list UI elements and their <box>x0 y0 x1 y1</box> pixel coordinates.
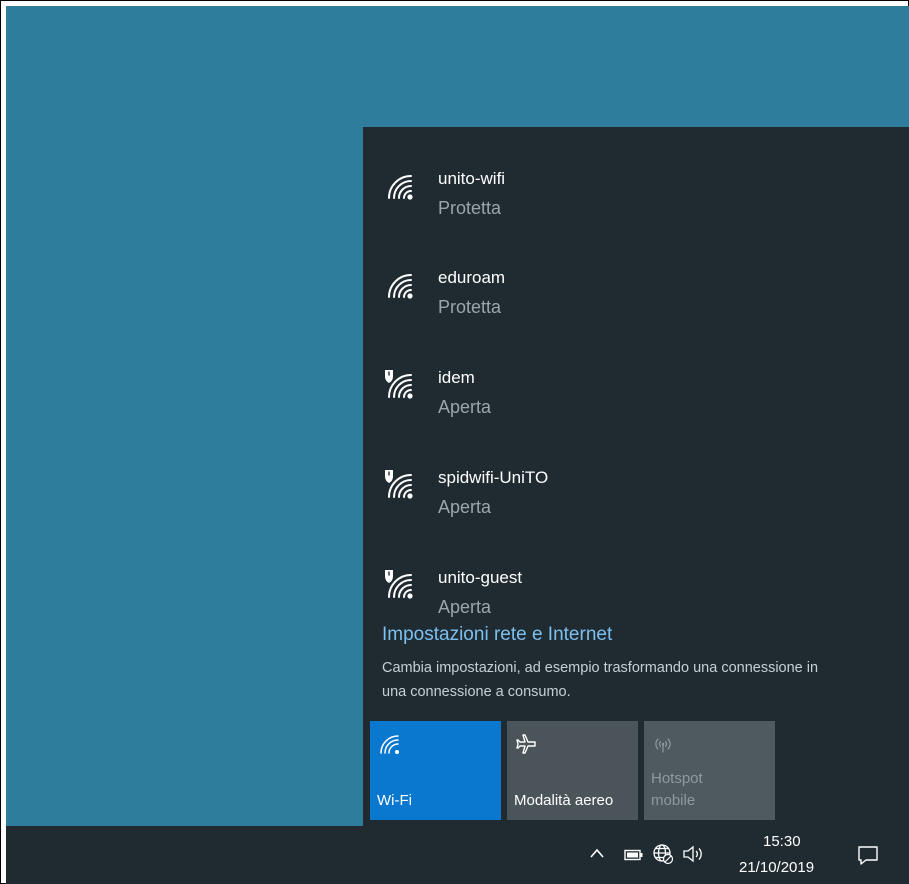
mobile-hotspot-label: Hotspot mobile <box>651 768 703 812</box>
network-item-spidwifi[interactable]: spidwifi-UniTO Aperta <box>363 426 909 517</box>
network-status: Protetta <box>438 297 502 317</box>
notification-icon[interactable] <box>857 844 879 871</box>
taskbar: 15:30 21/10/2019 <box>6 826 909 884</box>
network-name: unito-guest <box>438 568 523 587</box>
network-name: unito-wifi <box>438 169 506 188</box>
network-item-unito-wifi[interactable]: unito-wifi Protetta <box>363 127 909 218</box>
network-item-idem[interactable]: idem Aperta <box>363 326 909 417</box>
wifi-open-warning-icon <box>384 470 414 500</box>
network-status: Aperta <box>438 597 492 617</box>
network-name: idem <box>438 368 475 387</box>
clock-time[interactable]: 15:30 <box>763 833 801 850</box>
hotspot-label-line1: Hotspot <box>651 770 703 787</box>
network-settings-description: Cambia impostazioni, ad esempio trasform… <box>382 660 819 700</box>
network-name: eduroam <box>438 268 506 287</box>
battery-icon[interactable] <box>624 848 644 866</box>
wifi-icon <box>378 733 400 755</box>
network-status: Aperta <box>438 397 492 417</box>
network-name: spidwifi-UniTO <box>438 468 549 487</box>
wifi-open-warning-icon <box>384 370 414 400</box>
wifi-icon <box>384 270 414 300</box>
wifi-label: Wi-Fi <box>377 792 412 809</box>
airplane-icon <box>515 733 537 755</box>
network-flyout: unito-wifi Protetta eduroam Protetta ide… <box>363 127 909 826</box>
speaker-icon[interactable] <box>682 844 706 869</box>
hotspot-icon <box>652 733 674 755</box>
wifi-open-warning-icon <box>384 570 414 600</box>
globe-network-icon[interactable] <box>652 843 674 870</box>
chevron-up-icon[interactable] <box>589 846 605 864</box>
network-item-unito-guest[interactable]: unito-guest Aperta <box>363 526 909 617</box>
wifi-icon <box>384 171 414 201</box>
network-item-eduroam[interactable]: eduroam Protetta <box>363 226 909 317</box>
network-settings-link[interactable]: Impostazioni rete e Internet <box>382 624 612 646</box>
mobile-hotspot-button[interactable]: Hotspot mobile <box>644 721 775 820</box>
wifi-toggle-button[interactable]: Wi-Fi <box>370 721 501 820</box>
hotspot-label-line2: mobile <box>651 792 696 809</box>
network-status: Protetta <box>438 198 502 218</box>
network-status: Aperta <box>438 497 492 517</box>
airplane-mode-button[interactable]: Modalità aereo <box>507 721 638 820</box>
clock-date[interactable]: 21/10/2019 <box>739 859 814 876</box>
airplane-mode-label: Modalità aereo <box>514 792 614 809</box>
